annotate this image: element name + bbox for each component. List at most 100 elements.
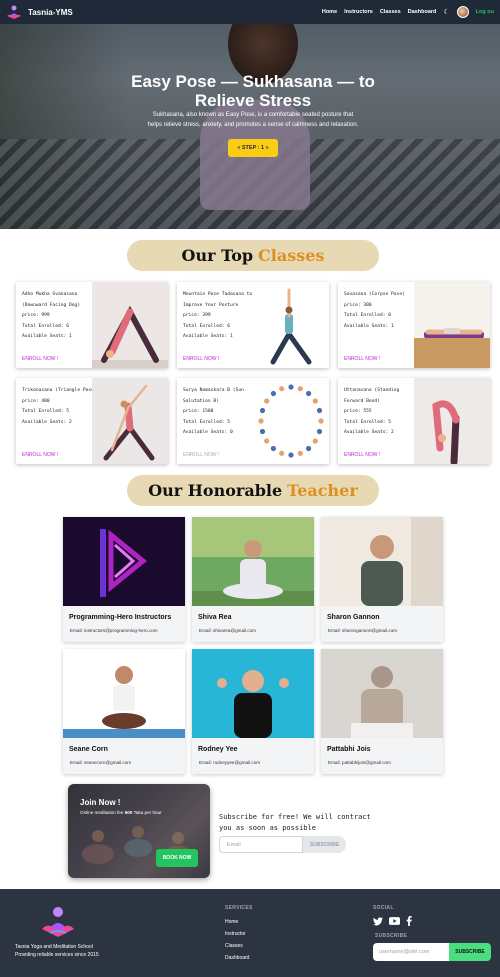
- class-enrolled: Total Enrolled: 6: [22, 323, 70, 329]
- teacher-card: Rodney Yee Email: rodneyyee@gmail.com: [192, 649, 314, 774]
- footer-tagline: Providing reliable services since 2015: [15, 952, 99, 958]
- class-card: Mountain Pose Tadasana to Improve Your P…: [177, 282, 329, 368]
- class-card: Trikonasana (Triangle Pose) price: 400 T…: [16, 378, 168, 464]
- footer-link-instructor[interactable]: Instructor: [225, 931, 246, 937]
- classes-section-title: Our Top Classes: [127, 240, 379, 271]
- class-name: Mountain Pose Tadasana to Improve Your P…: [183, 292, 253, 308]
- class-price: price: 400: [22, 398, 50, 404]
- teacher-photo: [192, 517, 314, 606]
- class-info: Adho Mukha Svanasana (Downward Facing Do…: [22, 290, 98, 343]
- avatar[interactable]: [456, 6, 469, 18]
- footer-email-input[interactable]: username@site.com: [373, 943, 449, 961]
- nav-classes[interactable]: Classes: [380, 9, 401, 15]
- join-title: Join Now !: [80, 798, 121, 807]
- teacher-email: Email: rodneyyee@gmail.com: [199, 760, 261, 765]
- enroll-now-button[interactable]: ENROLL NOW !: [22, 356, 58, 362]
- teacher-email: Email: shivarea@gmail.com: [199, 628, 256, 633]
- footer: Tasnia Yoga and Meditation School Provid…: [0, 889, 500, 977]
- twitter-icon[interactable]: [373, 916, 383, 926]
- teacher-info: Rodney Yee Email: rodneyyee@gmail.com: [192, 738, 314, 774]
- class-name: Surya Namaskara B (Sun Salutation B): [183, 388, 244, 404]
- class-card: Uttanasana (Standing Forward Bend) price…: [338, 378, 490, 464]
- subscribe-button[interactable]: SUBSCRIBE: [303, 836, 346, 853]
- teacher-email: Email: sharongannon@gmail.com: [328, 628, 398, 633]
- class-card: Adho Mukha Svanasana (Downward Facing Do…: [16, 282, 168, 368]
- logout-button[interactable]: Log ou: [476, 9, 494, 15]
- enroll-now-button[interactable]: ENROLL NOW !: [344, 356, 380, 362]
- enroll-now-button[interactable]: ENROLL NOW !: [344, 452, 380, 458]
- class-enrolled: Total Enrolled: 5: [183, 419, 231, 425]
- teachers-title-accent: Teacher: [287, 481, 358, 500]
- join-fee: 500: [124, 810, 133, 815]
- teacher-photo: [192, 649, 314, 738]
- class-price: price: 1500: [183, 409, 214, 414]
- teachers-section-title: Our Honorable Teacher: [127, 475, 379, 506]
- class-seats: Available Seats: 2: [22, 419, 72, 425]
- teacher-info: Programming-Hero Instructors Email: inst…: [63, 606, 185, 642]
- class-photo: [253, 378, 329, 464]
- hero-description: Sukhasana, also known as Easy Pose, is a…: [147, 112, 359, 128]
- class-info: Surya Namaskara B (Sun Salutation B) pri…: [183, 386, 259, 439]
- class-seats: Available Seats: 1: [344, 323, 394, 329]
- teacher-card: Shiva Rea Email: shivarea@gmail.com: [192, 517, 314, 642]
- class-name: Savasana (Corpse Pose): [344, 292, 405, 297]
- email-input[interactable]: Email: [219, 836, 303, 853]
- step-button[interactable]: « STEP : 1 »: [228, 139, 278, 157]
- teacher-photo: [63, 649, 185, 738]
- class-price: price: 300: [344, 302, 372, 308]
- class-seats: Available Seats: 0: [183, 430, 233, 435]
- class-photo: [414, 378, 490, 464]
- footer-subscribe-button[interactable]: SUBSCRIBE: [449, 943, 491, 961]
- footer-social-heading: SOCIAL: [373, 905, 394, 911]
- teacher-name: Shiva Rea: [198, 614, 232, 621]
- teachers-title-text: Our Honorable: [148, 481, 283, 500]
- facebook-icon[interactable]: [406, 916, 412, 926]
- join-desc-suffix: Taka per hour: [133, 810, 162, 815]
- nav-home[interactable]: Home: [322, 9, 337, 15]
- hero-banner: Easy Pose — Sukhasana — to Relieve Stres…: [0, 0, 500, 229]
- footer-link-home[interactable]: Home: [225, 919, 238, 925]
- teacher-photo: [63, 517, 185, 606]
- enroll-now-button: ENROLL NOW !: [183, 452, 220, 458]
- class-name: Uttanasana (Standing Forward Bend): [344, 388, 400, 404]
- class-name: Adho Mukha Svanasana (Downward Facing Do…: [22, 292, 81, 308]
- footer-services-heading: SERVICES: [225, 905, 253, 911]
- class-card: Savasana (Corpse Pose) price: 300 Total …: [338, 282, 490, 368]
- nav-links: Home Instructors Classes Dashboard ☾ Log…: [322, 6, 494, 18]
- dark-mode-toggle-icon[interactable]: ☾: [443, 8, 449, 16]
- teacher-name: Rodney Yee: [198, 746, 238, 753]
- class-price: price: 999: [22, 313, 50, 318]
- teacher-info: Seane Corn Email: seanecorn@gmail.com: [63, 738, 185, 774]
- class-photo: [92, 378, 168, 464]
- teacher-name: Pattabhi Jois: [327, 746, 371, 753]
- brand-name[interactable]: Tasnia-YMS: [28, 8, 73, 17]
- footer-org-name: Tasnia Yoga and Meditation School: [15, 944, 93, 950]
- lotus-logo-icon[interactable]: [6, 4, 22, 20]
- class-info: Savasana (Corpse Pose) price: 300 Total …: [344, 290, 420, 332]
- book-now-button[interactable]: BOOK NOW: [156, 849, 198, 867]
- class-enrolled: Total Enrolled: 5: [344, 419, 392, 425]
- teacher-name: Seane Corn: [69, 746, 108, 753]
- nav-dashboard[interactable]: Dashboard: [408, 9, 437, 15]
- join-now-card: Join Now ! Online meditation fee 500 Tak…: [68, 784, 210, 878]
- class-info: Uttanasana (Standing Forward Bend) price…: [344, 386, 420, 439]
- class-seats: Available Seats: 1: [183, 334, 233, 339]
- enroll-now-button[interactable]: ENROLL NOW !: [22, 452, 58, 458]
- class-price: price: 555: [344, 409, 372, 414]
- join-description: Online meditation fee 500 Taka per hour: [80, 810, 162, 815]
- teacher-info: Shiva Rea Email: shivarea@gmail.com: [192, 606, 314, 642]
- footer-link-classes[interactable]: Classes: [225, 943, 243, 949]
- class-photo: [414, 282, 490, 368]
- class-enrolled: Total Enrolled: 0: [344, 313, 392, 318]
- enroll-now-button[interactable]: ENROLL NOW !: [183, 356, 219, 362]
- teacher-photo: [321, 649, 443, 738]
- class-photo: [92, 282, 168, 368]
- footer-link-dashboard[interactable]: Dashboard: [225, 955, 249, 961]
- youtube-icon[interactable]: [389, 917, 400, 925]
- nav-instructors[interactable]: Instructors: [344, 9, 373, 15]
- teacher-email: Email: pattabhijois@gmail.com: [328, 760, 391, 765]
- teacher-card: Sharon Gannon Email: sharongannon@gmail.…: [321, 517, 443, 642]
- class-enrolled: Total Enrolled: 5: [22, 409, 70, 414]
- footer-subscribe-heading: SUBSCRIBE: [375, 933, 408, 939]
- footer-lotus-logo-icon: [42, 907, 74, 937]
